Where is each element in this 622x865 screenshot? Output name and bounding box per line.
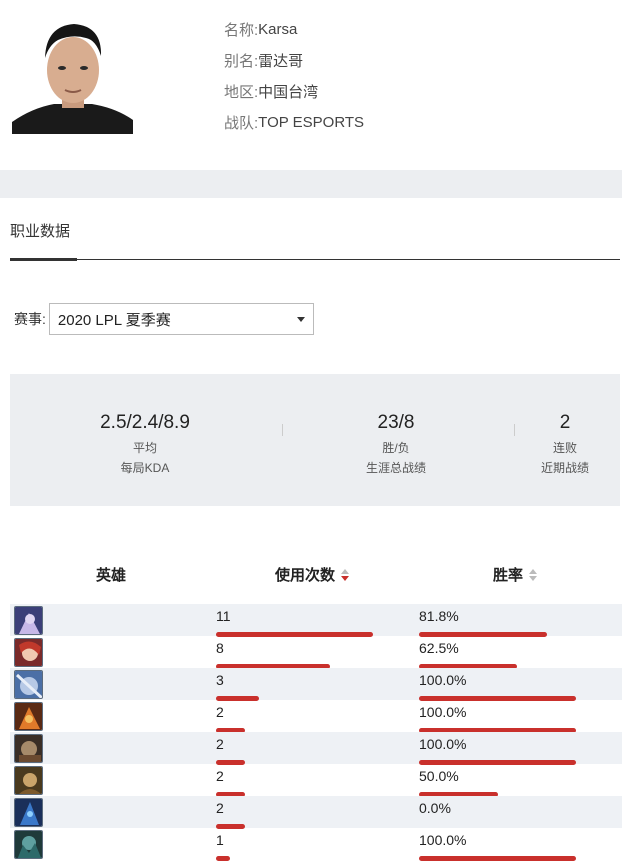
- event-filter: 赛事: 2020 LPL 夏季赛: [14, 303, 314, 335]
- use-count: 1: [216, 832, 224, 848]
- champion-icon: [14, 766, 43, 795]
- col-count-label: 使用次数: [275, 567, 336, 584]
- sort-icon[interactable]: [341, 568, 350, 581]
- tab-bar: 职业数据: [10, 198, 620, 261]
- stat-streak-label: 连败: [552, 441, 577, 455]
- use-count: 8: [216, 640, 224, 656]
- use-count-bar: [216, 856, 230, 861]
- col-winrate[interactable]: 胜率: [493, 564, 538, 585]
- sort-icon[interactable]: [529, 568, 538, 581]
- team-label: 战队:: [224, 115, 259, 132]
- stat-win-loss-caption: 生涯总战绩: [365, 461, 426, 475]
- stat-win-loss-label: 胜/负: [382, 441, 410, 455]
- alias-row: 别名: 雷达哥: [224, 45, 364, 76]
- stat-kda-label: 平均: [132, 441, 157, 455]
- champion-icon: [14, 606, 43, 635]
- win-rate-bar: [419, 856, 576, 861]
- win-rate: 0.0%: [419, 800, 451, 816]
- player-avatar: [12, 12, 133, 134]
- col-hero: 英雄: [96, 564, 126, 585]
- table-row: 2 0.0%: [10, 796, 622, 829]
- win-rate: 100.0%: [419, 832, 467, 848]
- table-row: 1 100.0%: [10, 828, 622, 861]
- region-value: 中国台湾: [258, 84, 319, 101]
- name-label: 名称:: [224, 22, 259, 39]
- table-row: 8 62.5%: [10, 636, 622, 669]
- table-row: 3 100.0%: [10, 668, 622, 701]
- alias-label: 别名:: [224, 53, 259, 70]
- win-rate: 100.0%: [419, 704, 467, 720]
- win-rate: 62.5%: [419, 640, 459, 656]
- tab-active-underline: [10, 258, 77, 261]
- stat-streak-caption: 近期战绩: [540, 461, 589, 475]
- summary-stats-panel: 2.5/2.4/8.9 平均 每局KDA 23/8 胜/负 生涯总战绩 2 连败…: [10, 374, 620, 506]
- event-filter-label: 赛事:: [14, 311, 46, 327]
- stat-divider: [282, 424, 283, 436]
- col-count[interactable]: 使用次数: [275, 564, 350, 585]
- name-value: Karsa: [258, 21, 298, 38]
- team-value: TOP ESPORTS: [258, 114, 365, 131]
- win-rate: 50.0%: [419, 768, 459, 784]
- use-count: 2: [216, 736, 224, 752]
- caret-down-icon: [296, 317, 305, 322]
- stat-streak: 2 连败 近期战绩: [534, 412, 596, 476]
- win-rate: 81.8%: [419, 608, 459, 624]
- region-row: 地区: 中国台湾: [224, 76, 364, 107]
- use-count: 11: [216, 608, 231, 624]
- stat-divider: [514, 424, 515, 436]
- region-label: 地区:: [224, 84, 259, 101]
- table-row: 2 100.0%: [10, 700, 622, 733]
- champion-icon: [14, 798, 43, 827]
- player-profile: 名称: Karsa 别名: 雷达哥 地区: 中国台湾 战队: TOP ESPOR…: [0, 0, 622, 170]
- name-row: 名称: Karsa: [224, 14, 364, 45]
- use-count: 2: [216, 768, 224, 784]
- team-row: 战队: TOP ESPORTS: [224, 107, 364, 138]
- stat-win-loss-value: 23/8: [377, 412, 415, 433]
- stat-kda-caption: 每局KDA: [120, 461, 170, 475]
- col-winrate-label: 胜率: [493, 567, 524, 584]
- champion-icon: [14, 830, 43, 859]
- stat-kda-value: 2.5/2.4/8.9: [100, 412, 190, 433]
- use-count: 2: [216, 704, 224, 720]
- table-row: 2 100.0%: [10, 732, 622, 765]
- col-hero-label: 英雄: [96, 567, 127, 584]
- win-rate: 100.0%: [419, 736, 467, 752]
- champion-icon: [14, 702, 43, 731]
- champion-icon: [14, 670, 43, 699]
- event-select[interactable]: 2020 LPL 夏季赛: [48, 303, 314, 335]
- section-separator: [0, 170, 622, 198]
- win-rate: 100.0%: [419, 672, 467, 688]
- champion-icon: [14, 638, 43, 667]
- use-count: 3: [216, 672, 224, 688]
- use-count: 2: [216, 800, 224, 816]
- alias-value: 雷达哥: [258, 53, 304, 70]
- champion-icon: [14, 734, 43, 763]
- player-info: 名称: Karsa 别名: 雷达哥 地区: 中国台湾 战队: TOP ESPOR…: [224, 14, 364, 138]
- champion-table-body: 11 81.8% 8 62.5% 3 100.0% 2 100.0% 2 100…: [10, 604, 622, 861]
- tab-career-stats[interactable]: 职业数据: [10, 220, 70, 241]
- table-row: 2 50.0%: [10, 764, 622, 797]
- table-row: 11 81.8%: [10, 604, 622, 637]
- event-select-value: 2020 LPL 夏季赛: [57, 311, 171, 329]
- stat-kda: 2.5/2.4/8.9 平均 每局KDA: [70, 412, 220, 476]
- stat-streak-value: 2: [559, 412, 571, 433]
- champion-table-header: 英雄 使用次数 胜率: [10, 560, 620, 588]
- stat-win-loss: 23/8 胜/负 生涯总战绩: [346, 412, 446, 476]
